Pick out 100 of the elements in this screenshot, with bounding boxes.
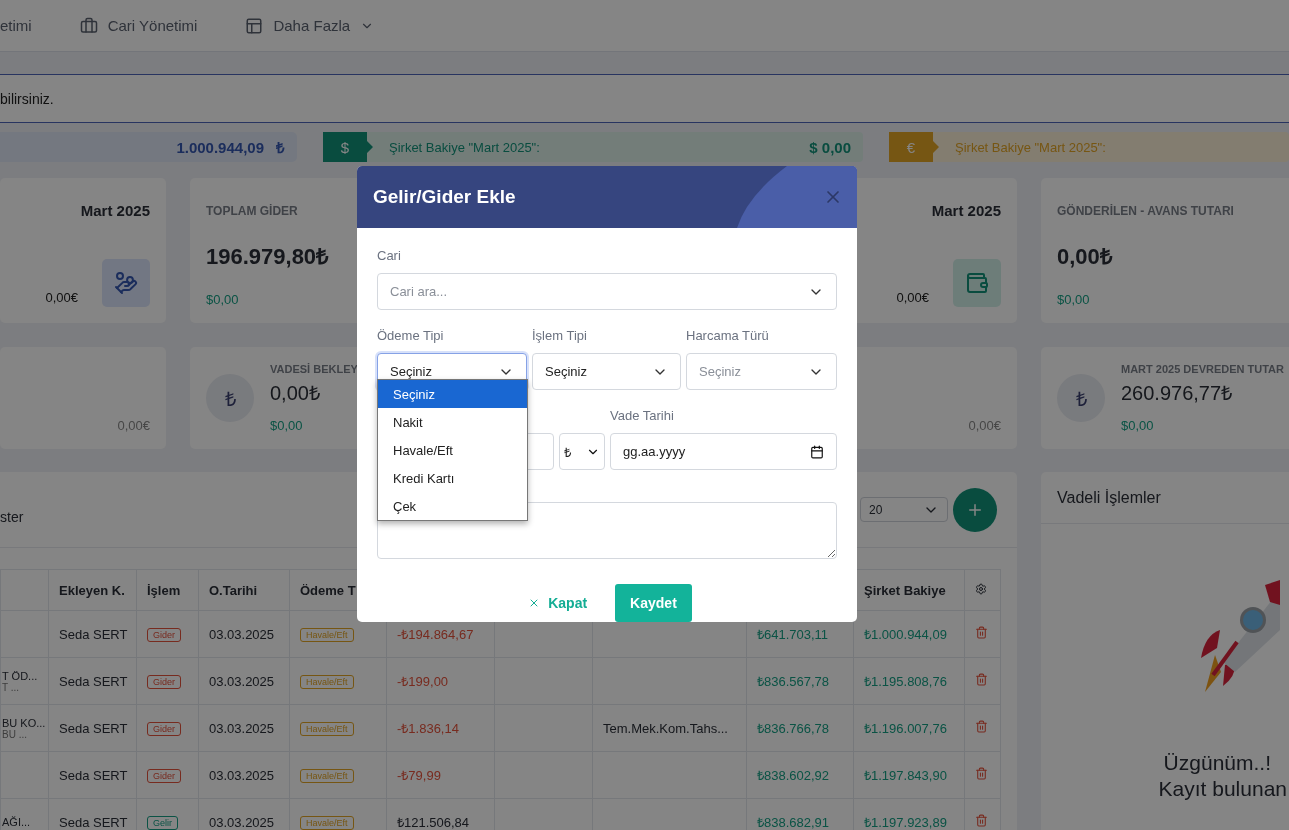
trash-icon[interactable] bbox=[975, 673, 988, 686]
table-cell: Seda SERT bbox=[48, 751, 137, 799]
card-amount: 0,00₺ bbox=[1057, 243, 1113, 270]
trash-icon[interactable] bbox=[975, 814, 988, 827]
dropdown-option[interactable]: Kredi Kartı bbox=[378, 464, 527, 492]
currency-select[interactable]: ₺ bbox=[559, 433, 605, 470]
balance-label: Şirket Bakiye "Mart 2025": bbox=[388, 138, 541, 157]
type-badge: Gider bbox=[147, 769, 181, 783]
dropdown-option[interactable]: Nakit bbox=[378, 408, 527, 436]
field-label: Ödeme Tipi bbox=[377, 328, 445, 343]
table-cell: Seda SERT bbox=[48, 657, 137, 705]
table-cell-text: AĞI... bbox=[2, 816, 32, 828]
table-cell-text: T ÖD... bbox=[2, 669, 39, 682]
page-size-select[interactable]: 20 bbox=[860, 497, 948, 522]
empty-message: Kayıt bulunan bbox=[1158, 776, 1287, 802]
table-cell: 03.03.2025 bbox=[198, 751, 290, 799]
card-period: Mart 2025 bbox=[80, 202, 150, 219]
card-euro-value: 0,00€ bbox=[45, 290, 78, 305]
modal-title: Gelir/Gider Ekle bbox=[373, 186, 516, 208]
card-euro-value: 0,00€ bbox=[968, 418, 1001, 433]
dropdown-option[interactable]: Seçiniz bbox=[378, 380, 527, 408]
table-cell: ₺1.195.808,76 bbox=[853, 657, 965, 705]
dropdown-option[interactable]: Çek bbox=[378, 492, 527, 520]
table-cell: ₺1.197.843,90 bbox=[853, 751, 965, 799]
trash-icon[interactable] bbox=[975, 720, 988, 733]
type-badge: Gider bbox=[147, 675, 181, 689]
wallet-icon bbox=[953, 259, 1001, 307]
table-cell: ₺838.602,92 bbox=[746, 751, 854, 799]
table-cell: ₺836.766,78 bbox=[746, 704, 854, 752]
table-cell: Seda SERT bbox=[48, 610, 137, 658]
card-euro-value: 0,00€ bbox=[896, 290, 929, 305]
card-usd-value: $0,00 bbox=[1057, 292, 1090, 307]
field-label: Vade Tarihi bbox=[610, 408, 675, 423]
currency-tag: $ bbox=[323, 132, 373, 162]
card-usd-value: $0,00 bbox=[206, 292, 239, 307]
date-input[interactable]: gg.aa.yyyy bbox=[610, 433, 837, 470]
payment-badge: Havale/Eft bbox=[300, 816, 354, 830]
trash-icon[interactable] bbox=[975, 767, 988, 780]
table-cell: ₺836.567,78 bbox=[746, 657, 854, 705]
cell-subtext: BU ... bbox=[2, 728, 28, 740]
briefcase-icon bbox=[79, 16, 98, 35]
card-amount: 0,00₺ bbox=[270, 381, 321, 406]
select-field[interactable]: Seçiniz bbox=[686, 353, 837, 390]
column-header: İşlem bbox=[136, 569, 199, 611]
card-title: TOPLAM GİDER bbox=[206, 204, 298, 218]
card-amount: 260.976,77₺ bbox=[1121, 381, 1234, 406]
empty-title: Üzgünüm..! bbox=[1163, 750, 1271, 776]
hand-coins-icon bbox=[102, 259, 150, 307]
type-badge: Gelir bbox=[147, 816, 178, 830]
currency-symbol: ₺ bbox=[276, 138, 285, 157]
layout-icon bbox=[245, 16, 264, 35]
table-cell: -₺79,99 bbox=[386, 751, 495, 799]
table-cell: -₺199,00 bbox=[386, 657, 495, 705]
select-field[interactable]: Seçiniz bbox=[532, 353, 681, 390]
balance-amount: 1.000.944,09 bbox=[176, 138, 264, 156]
payment-badge: Havale/Eft bbox=[300, 675, 354, 689]
field-label: İşlem Tipi bbox=[532, 328, 588, 343]
card-euro-value: 0,00€ bbox=[117, 418, 150, 433]
card-period: Mart 2025 bbox=[931, 202, 1001, 219]
card-usd-value: $0,00 bbox=[270, 418, 304, 433]
card-usd-value: $0,00 bbox=[1121, 418, 1155, 433]
nav-link[interactable]: Cari Yönetimi bbox=[79, 16, 198, 35]
cari-select[interactable]: Cari ara... bbox=[377, 273, 837, 310]
currency-tag: € bbox=[889, 132, 939, 162]
table-cell: 03.03.2025 bbox=[198, 704, 290, 752]
table-cell: ₺1.196.007,76 bbox=[853, 704, 965, 752]
nav-link[interactable]: Daha Fazla bbox=[245, 16, 375, 35]
column-header: Ekleyen K. bbox=[48, 569, 137, 611]
table-cell: Tem.Mek.Kom.Tahs... bbox=[592, 704, 747, 752]
notice-text: bilirsiniz. bbox=[0, 90, 54, 107]
type-badge: Gider bbox=[147, 628, 181, 642]
close-link[interactable]: Kapat bbox=[522, 584, 594, 622]
panel-title: Vadeli İşlemler bbox=[1057, 488, 1161, 507]
settings-icon[interactable] bbox=[975, 582, 987, 595]
payment-badge: Havale/Eft bbox=[300, 722, 354, 736]
dropdown-option[interactable]: Havale/Eft bbox=[378, 436, 527, 464]
field-label: Cari bbox=[377, 248, 402, 263]
trash-icon[interactable] bbox=[975, 626, 988, 639]
payment-badge: Havale/Eft bbox=[300, 769, 354, 783]
table-cell: BU KO... bbox=[2, 716, 47, 729]
table-cell: 03.03.2025 bbox=[198, 657, 290, 705]
table-cell: -₺1.836,14 bbox=[386, 704, 495, 752]
field-label: Harcama Türü bbox=[686, 328, 770, 343]
add-button[interactable] bbox=[953, 487, 997, 532]
table-cell: Seda SERT bbox=[48, 704, 137, 752]
balance-label: Şirket Bakiye "Mart 2025": bbox=[954, 138, 1107, 157]
card-amount: 196.979,80₺ bbox=[206, 243, 330, 270]
balance-amount: $ 0,00 bbox=[809, 137, 852, 158]
cell-subtext: T ... bbox=[2, 681, 21, 693]
type-badge: Gider bbox=[147, 722, 181, 736]
column-header: O.Tarihi bbox=[198, 569, 290, 611]
card-title: MART 2025 DEVREDEN TUTAR bbox=[1121, 363, 1284, 375]
payment-badge: Havale/Eft bbox=[300, 628, 354, 642]
card-title: VADESİ BEKLEY bbox=[270, 363, 358, 375]
lira-icon: ₺ bbox=[1057, 374, 1105, 422]
card-title: GÖNDERİLEN - AVANS TUTARI bbox=[1057, 204, 1234, 218]
lira-icon: ₺ bbox=[206, 374, 254, 422]
table-cell: 03.03.2025 bbox=[198, 610, 290, 658]
nav-link[interactable]: etimi bbox=[0, 17, 32, 34]
calendar-icon bbox=[810, 444, 824, 459]
